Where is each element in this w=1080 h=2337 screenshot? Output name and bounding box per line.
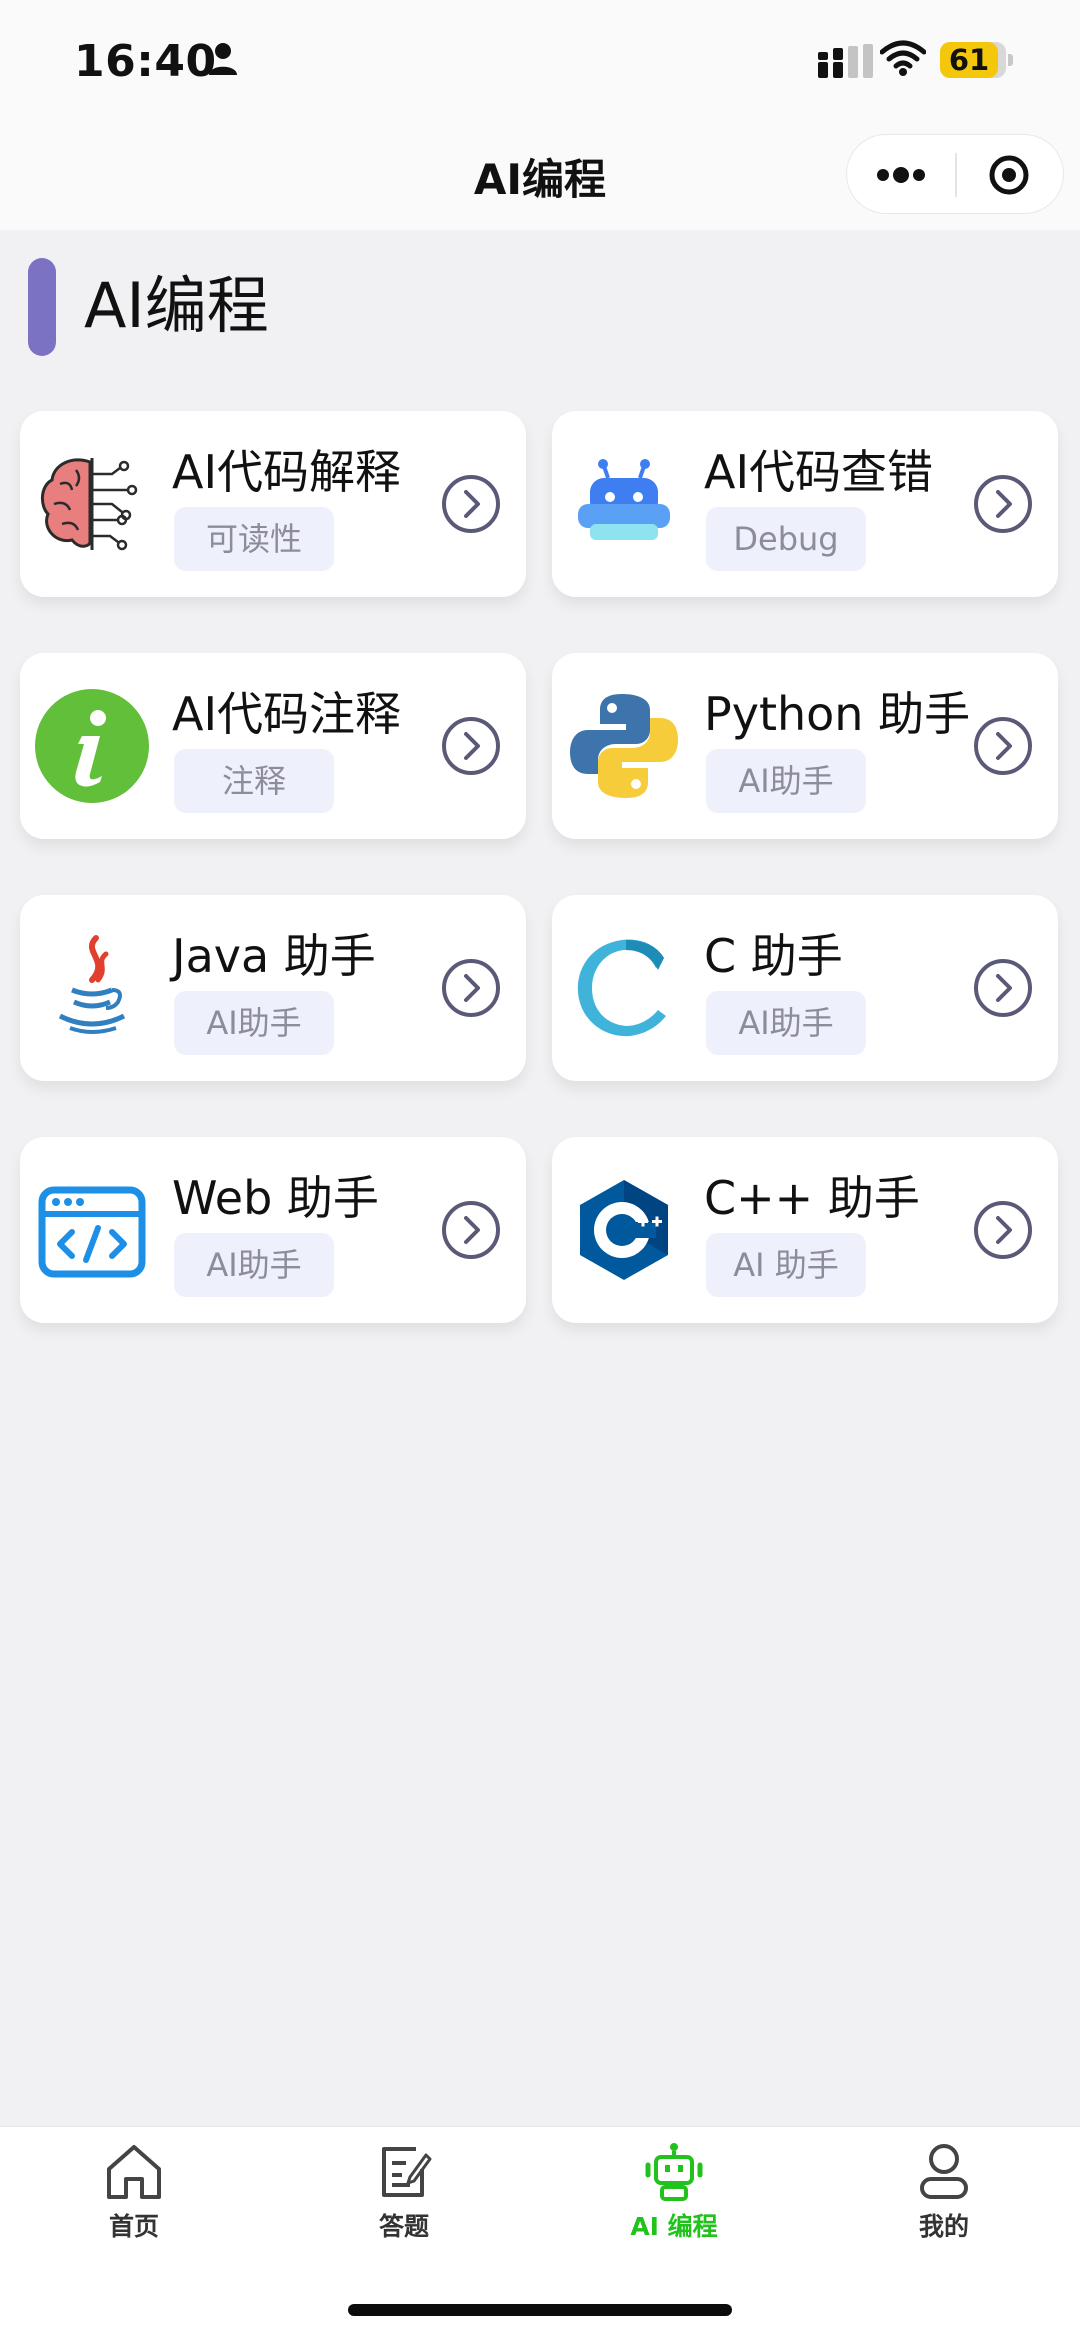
card-title: Python 助手 xyxy=(704,687,971,741)
card-tag: AI助手 xyxy=(706,991,866,1055)
tab-label: AI 编程 xyxy=(630,2212,718,2241)
chevron-right-circle-icon[interactable] xyxy=(972,1199,1034,1261)
card-title: Web 助手 xyxy=(172,1171,379,1225)
home-icon xyxy=(107,2145,161,2199)
card-python-helper[interactable]: Python 助手 AI助手 xyxy=(552,653,1058,839)
card-tag: AI助手 xyxy=(706,749,866,813)
card-title: C++ 助手 xyxy=(704,1171,920,1225)
card-title: AI代码查错 xyxy=(704,445,934,499)
capsule-divider xyxy=(955,153,957,197)
status-bar: 16:40 61 xyxy=(0,0,1080,120)
user-icon xyxy=(920,2144,968,2199)
card-cpp-helper[interactable]: C++ 助手 AI 助手 xyxy=(552,1137,1058,1323)
signal-icon xyxy=(818,44,873,78)
tab-quiz[interactable]: 答题 xyxy=(314,2141,494,2271)
tab-home[interactable]: 首页 xyxy=(44,2141,224,2271)
status-time: 16:40 xyxy=(74,36,217,87)
card-ai-code-debug[interactable]: AI代码查错 Debug xyxy=(552,411,1058,597)
chevron-right-circle-icon[interactable] xyxy=(440,473,502,535)
chevron-right-circle-icon[interactable] xyxy=(972,715,1034,777)
tab-label: 首页 xyxy=(108,2212,159,2241)
battery-level: 61 xyxy=(948,43,990,77)
nav-bar: AI编程 xyxy=(0,120,1080,230)
robot-icon xyxy=(578,459,670,540)
brain-circuit-icon xyxy=(41,458,138,551)
more-dots-icon[interactable] xyxy=(875,160,927,190)
card-tag: Debug xyxy=(706,507,866,571)
section-accent-bar xyxy=(28,258,56,356)
card-java-helper[interactable]: Java 助手 AI助手 xyxy=(20,895,526,1081)
card-title: Java 助手 xyxy=(172,929,376,983)
card-title: AI代码注释 xyxy=(172,687,402,741)
card-ai-code-comment[interactable]: AI代码注释 注释 xyxy=(20,653,526,839)
edit-note-icon xyxy=(382,2147,432,2197)
chevron-right-circle-icon[interactable] xyxy=(972,473,1034,535)
robot-icon xyxy=(645,2143,703,2201)
card-tag: AI助手 xyxy=(174,1233,334,1297)
target-close-icon[interactable] xyxy=(987,153,1031,197)
java-logo-icon xyxy=(58,935,126,1034)
tab-ai-coding[interactable]: AI 编程 xyxy=(584,2141,764,2271)
card-c-helper[interactable]: C 助手 AI助手 xyxy=(552,895,1058,1081)
tab-label: 答题 xyxy=(378,2212,429,2241)
card-ai-code-explain[interactable]: AI代码解释 可读性 xyxy=(20,411,526,597)
python-logo-icon xyxy=(570,694,678,798)
card-tag: 可读性 xyxy=(174,507,334,571)
tab-mine[interactable]: 我的 xyxy=(854,2141,1034,2271)
card-web-helper[interactable]: Web 助手 AI助手 xyxy=(20,1137,526,1323)
person-icon xyxy=(209,43,237,75)
section-title: AI编程 xyxy=(84,269,269,342)
chevron-right-circle-icon[interactable] xyxy=(972,957,1034,1019)
info-icon xyxy=(35,689,149,803)
card-tag: 注释 xyxy=(174,749,334,813)
c-logo-icon xyxy=(577,939,666,1037)
chevron-right-circle-icon[interactable] xyxy=(440,957,502,1019)
card-title: AI代码解释 xyxy=(172,445,402,499)
chevron-right-circle-icon[interactable] xyxy=(440,715,502,777)
card-tag: AI 助手 xyxy=(706,1233,866,1297)
wifi-icon xyxy=(880,40,926,76)
card-tag: AI助手 xyxy=(174,991,334,1055)
home-indicator xyxy=(348,2304,732,2316)
mini-program-capsule xyxy=(846,134,1064,214)
chevron-right-circle-icon[interactable] xyxy=(440,1199,502,1261)
cpp-logo-icon xyxy=(580,1180,668,1280)
card-title: C 助手 xyxy=(704,929,843,983)
tab-label: 我的 xyxy=(918,2212,969,2241)
web-code-icon xyxy=(38,1186,146,1278)
